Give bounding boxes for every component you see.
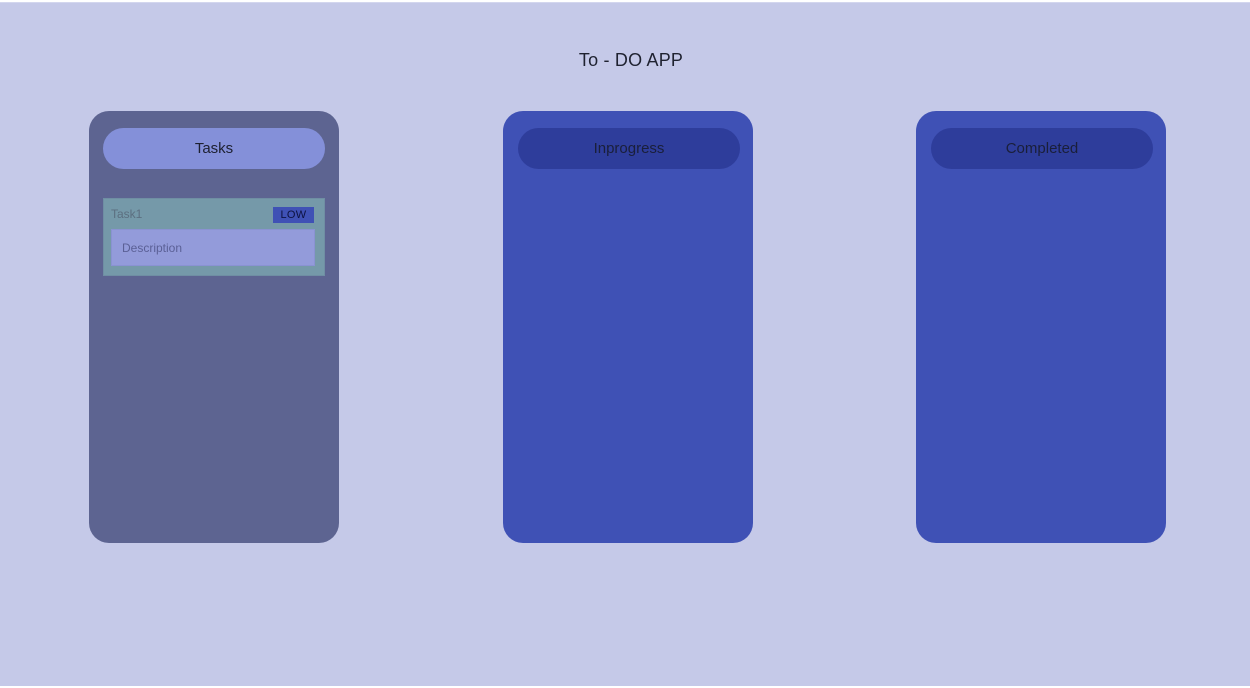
column-header-tasks[interactable]: Tasks (103, 128, 325, 169)
task-card[interactable]: Task1 LOW (103, 198, 325, 276)
column-completed[interactable]: Completed (916, 111, 1166, 543)
column-header-completed[interactable]: Completed (931, 128, 1153, 169)
app-container: To - DO APP Tasks Task1 LOW Inprogress C… (0, 2, 1250, 686)
column-header-inprogress[interactable]: Inprogress (518, 128, 740, 169)
task-name: Task1 (111, 207, 143, 221)
page-title: To - DO APP (578, 50, 684, 70)
column-inprogress[interactable]: Inprogress (503, 111, 753, 543)
column-tasks[interactable]: Tasks Task1 LOW (89, 111, 339, 543)
priority-badge[interactable]: LOW (273, 207, 314, 223)
task-description-input[interactable] (111, 229, 315, 266)
